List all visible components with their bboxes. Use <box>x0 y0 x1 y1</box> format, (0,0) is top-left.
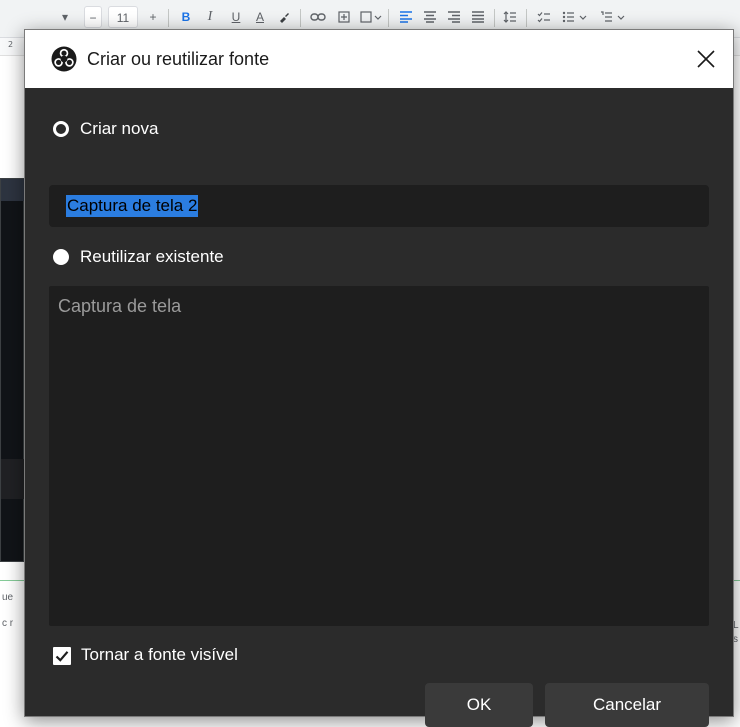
checklist-icon[interactable] <box>534 6 554 28</box>
create-or-reuse-source-dialog: Criar ou reutilizar fonte Criar nova Cap… <box>24 29 734 727</box>
link-icon[interactable] <box>308 6 328 28</box>
toolbar-divider <box>494 9 495 27</box>
thumbnail-band <box>1 459 25 499</box>
thumbnail-header <box>1 179 25 201</box>
create-new-label: Criar nova <box>80 119 159 138</box>
font-size-dropdown-icon[interactable]: ▾ <box>60 6 70 28</box>
embedded-screenshot-thumbnail <box>0 178 25 562</box>
toolbar-divider <box>300 9 301 27</box>
document-text-fragment: ue <box>2 592 14 603</box>
ruler-number: 2 <box>8 40 14 49</box>
reuse-existing-label: Reutilizar existente <box>80 247 224 266</box>
list-item[interactable]: Captura de tela <box>58 294 181 318</box>
close-icon <box>697 50 715 68</box>
source-name-input[interactable]: Captura de tela 2 <box>49 185 709 227</box>
ok-button[interactable]: OK <box>425 683 533 727</box>
make-visible-label: Tornar a fonte visível <box>81 645 238 664</box>
checkmark-icon <box>55 651 69 662</box>
line-spacing-icon[interactable] <box>500 6 520 28</box>
text-color-button[interactable]: A <box>250 6 270 28</box>
dialog-title: Criar ou reutilizar fonte <box>87 49 270 69</box>
toolbar-divider <box>526 9 527 27</box>
reuse-existing-radio-option[interactable]: Reutilizar existente <box>53 246 313 270</box>
cancel-button[interactable]: Cancelar <box>545 683 709 727</box>
obs-logo-icon <box>51 46 77 72</box>
underline-button[interactable]: U <box>226 6 246 28</box>
align-center-icon[interactable] <box>420 6 440 28</box>
comment-icon[interactable] <box>334 6 354 28</box>
highlight-icon[interactable] <box>274 6 294 28</box>
bulleted-list-icon[interactable] <box>560 6 590 28</box>
create-new-radio[interactable] <box>53 121 69 137</box>
font-size-increase-button[interactable]: + <box>144 6 162 28</box>
existing-sources-list[interactable]: Captura de tela <box>49 286 709 626</box>
align-left-icon[interactable] <box>396 6 416 28</box>
font-size-decrease-button[interactable]: − <box>84 6 102 28</box>
close-button[interactable] <box>687 40 725 78</box>
toolbar-divider <box>388 9 389 27</box>
image-insert-icon[interactable] <box>358 6 384 28</box>
align-justify-icon[interactable] <box>468 6 488 28</box>
make-visible-checkbox[interactable] <box>53 647 71 665</box>
dialog-titlebar[interactable]: Criar ou reutilizar fonte <box>25 30 733 88</box>
italic-button[interactable]: I <box>200 6 220 28</box>
font-size-field[interactable]: 11 <box>108 6 138 28</box>
reuse-existing-radio[interactable] <box>53 249 69 265</box>
align-right-icon[interactable] <box>444 6 464 28</box>
source-name-value: Captura de tela 2 <box>66 195 199 217</box>
create-new-radio-option[interactable]: Criar nova <box>53 118 253 142</box>
numbered-list-icon[interactable] <box>598 6 628 28</box>
document-text-fragment: c r <box>2 618 14 629</box>
make-visible-checkbox-option[interactable]: Tornar a fonte visível <box>53 644 333 668</box>
toolbar-divider <box>168 9 169 27</box>
dialog-body: Criar nova Captura de tela 2 Reutilizar … <box>25 88 733 727</box>
bold-button[interactable]: B <box>176 6 196 28</box>
